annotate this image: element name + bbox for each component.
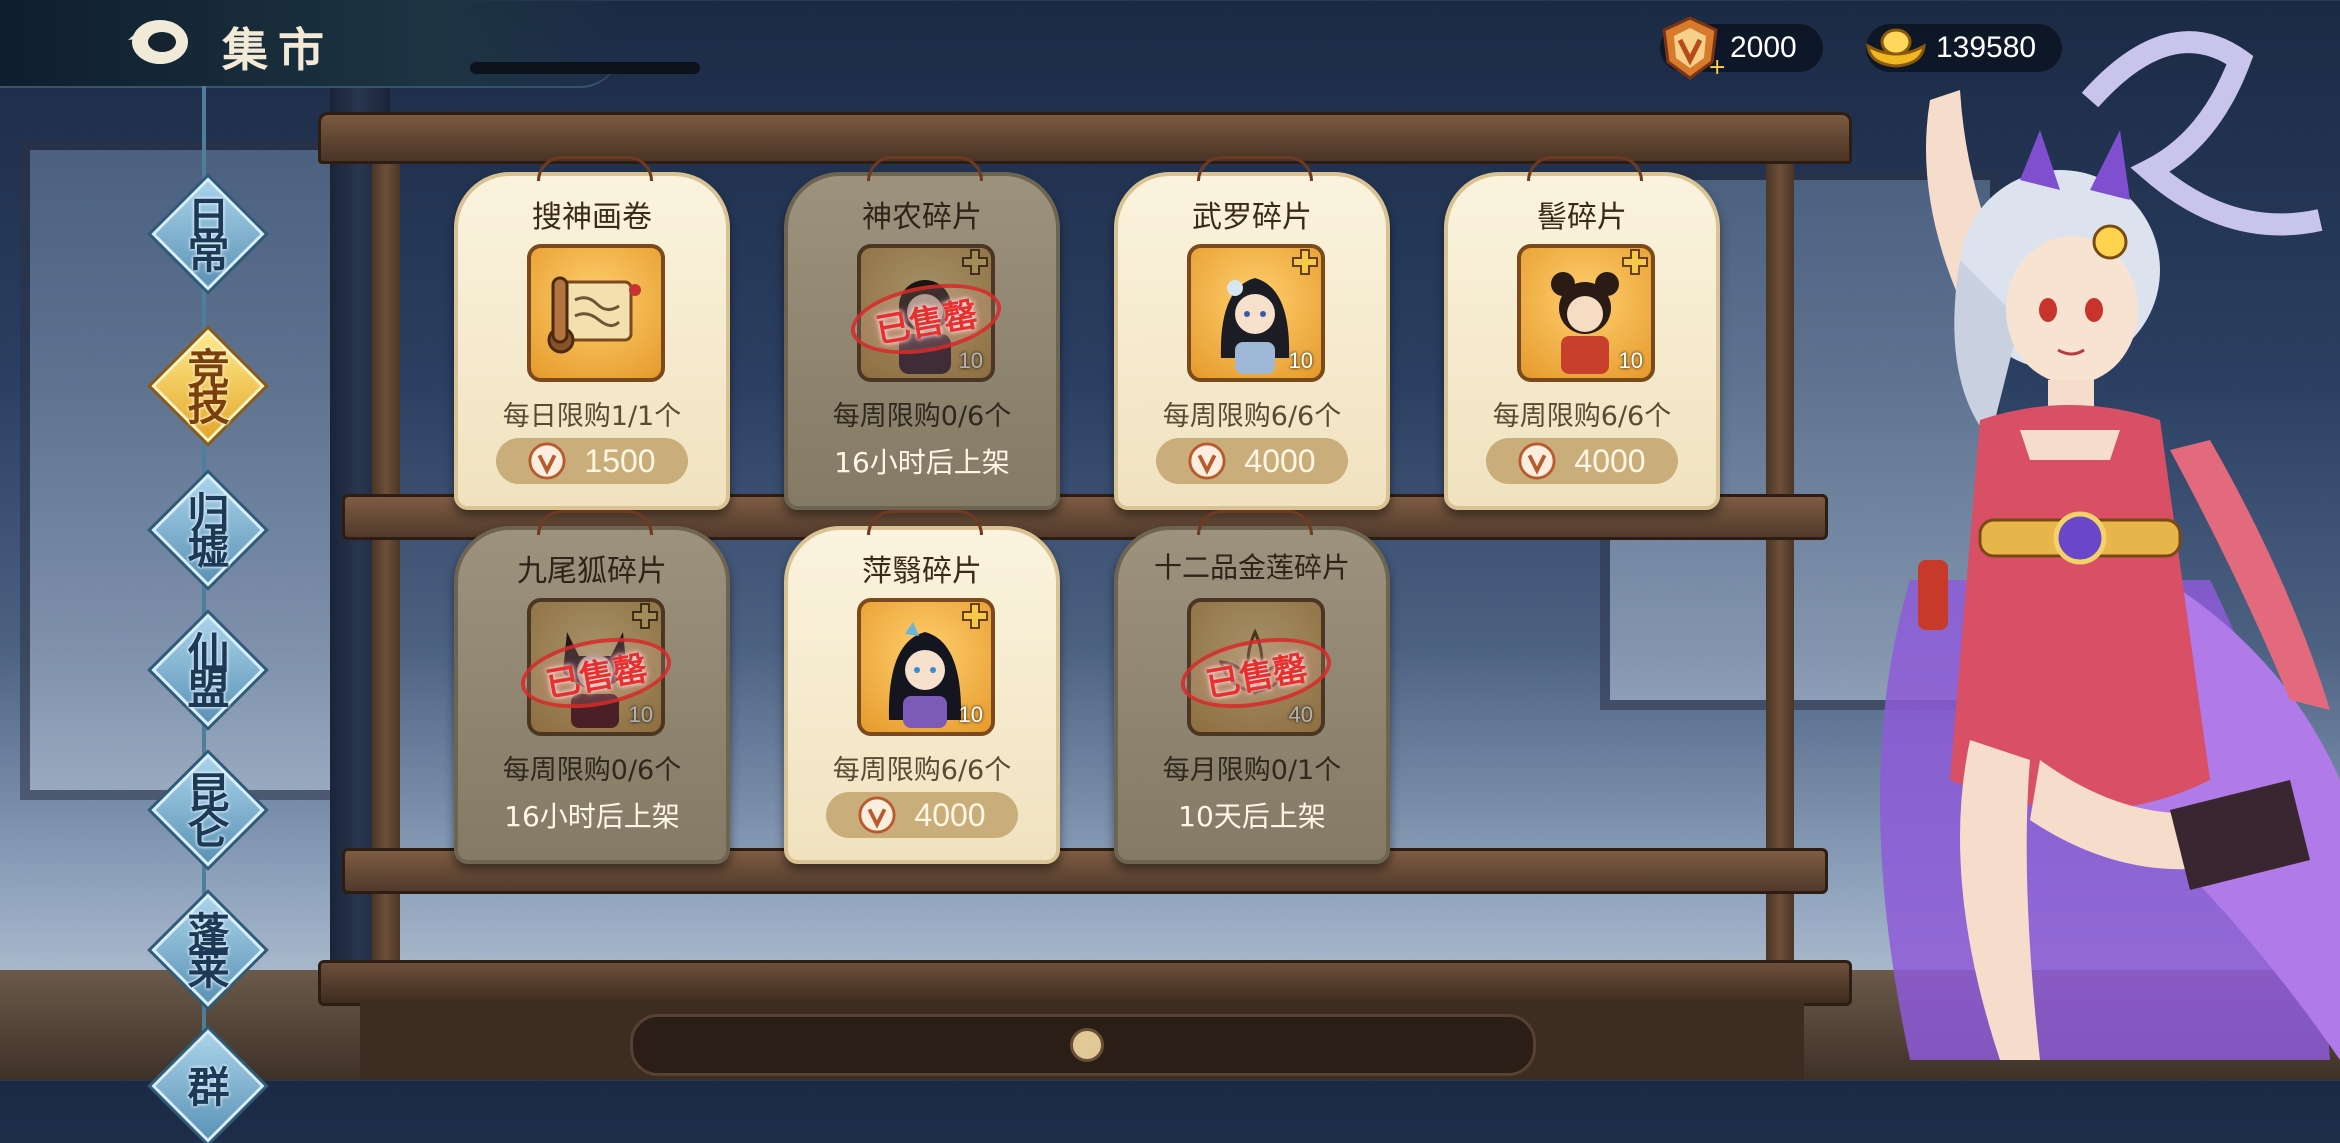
purchase-limit: 每月限购0/1个 [1162,755,1342,786]
sidebar-item-label: 竞技 [181,347,230,419]
header-decoration [470,62,700,74]
price-button[interactable]: 4000 [826,792,1018,838]
item-name: 髻碎片 [1537,200,1627,235]
shard-plus-icon [632,603,658,629]
shop-item-card[interactable]: 九尾狐碎片 10 已售罄 每周限购0/6个 16小时后上架 [454,510,730,864]
back-button[interactable] [118,12,198,72]
item-count: 10 [628,702,653,727]
arena-token-icon [858,796,896,834]
purchase-limit: 每周限购6/6个 [1492,401,1672,432]
purchase-limit: 每周限购6/6个 [1162,401,1342,432]
item-name: 搜神画卷 [532,200,652,235]
item-count: 10 [1618,348,1643,373]
card-hanger [867,156,983,181]
item-name: 萍翳碎片 [862,554,982,589]
card-hanger [537,156,653,181]
arena-token-icon [1518,442,1556,480]
sidebar-item-label: 蓬莱 [181,911,230,983]
price-button[interactable]: 4000 [1486,438,1678,484]
shop-item-card[interactable]: 搜神画卷 每日限购1/1个 1500 [454,156,730,510]
item-name: 九尾狐碎片 [517,554,667,589]
sidebar-item-label: 日常 [181,195,230,267]
sidebar-item-label: 仙盟 [181,631,230,703]
price-value: 1500 [584,442,656,479]
item-count: 10 [958,348,983,373]
item-icon: 10 [857,598,995,736]
shopkeeper-character [1880,31,2340,1060]
arena-token-icon [528,442,566,480]
price-value: 4000 [1244,442,1316,479]
price-button[interactable]: 1500 [496,438,688,484]
price-button[interactable]: 4000 [1156,438,1348,484]
sidebar-item-label: 昆仑 [181,771,230,843]
purchase-limit: 每周限购0/6个 [502,755,682,786]
page-title: 集市 [222,23,334,77]
restock-time: 10天后上架 [1178,800,1326,833]
shard-plus-icon [1292,249,1318,275]
arena-token-icon: + [1662,16,1726,80]
sidebar-item-group[interactable]: 群 [150,1028,265,1143]
sidebar-item-guild[interactable]: 仙盟 [150,612,265,727]
shop-item-card[interactable]: 十二品金莲碎片 40 已售罄 每月限购0/1个 10天后上架 [1114,510,1390,864]
purchase-limit: 每周限购0/6个 [832,401,1012,432]
svg-text:+: + [1708,55,1726,80]
item-name: 武罗碎片 [1192,200,1312,235]
price-value: 4000 [1574,442,1646,479]
sidebar-item-label: 归墟 [181,491,230,563]
restock-time: 16小时后上架 [834,446,1010,479]
item-name: 神农碎片 [862,200,982,235]
card-hanger [1527,156,1643,181]
item-count: 10 [958,702,983,727]
item-name: 十二品金莲碎片 [1153,551,1350,584]
item-icon [527,244,665,382]
price-value: 4000 [914,796,986,833]
shelf-post [372,150,400,970]
sidebar-item-arena[interactable]: 竞技 [150,328,265,443]
item-icon: 10 [1187,244,1325,382]
header-bar: 集市 [0,0,620,88]
shelf-knob [1070,1028,1104,1062]
card-hanger [867,510,983,535]
shop-item-card[interactable]: 髻碎片 10 每周限购6/6个 4000 [1444,156,1720,510]
currency-arena-token-value: 2000 [1730,31,1797,64]
sidebar-item-daily[interactable]: 日常 [150,176,265,291]
sidebar-item-label: 群 [181,1065,230,1101]
shard-plus-icon [962,603,988,629]
shard-plus-icon [1622,249,1648,275]
shop-item-card[interactable]: 武罗碎片 10 每周限购6/6个 4000 [1114,156,1390,510]
shard-plus-icon [962,249,988,275]
shop-item-card[interactable]: 萍翳碎片 10 每周限购6/6个 4000 [784,510,1060,864]
back-arrow-icon [128,20,188,64]
card-hanger [537,510,653,535]
sidebar-item-penglai[interactable]: 蓬莱 [150,892,265,1007]
item-count: 40 [1288,702,1313,727]
card-hanger [1197,510,1313,535]
scroll-icon [547,276,641,354]
purchase-limit: 每日限购1/1个 [502,401,682,432]
arena-token-icon [1188,442,1226,480]
item-icon: 10 [1517,244,1655,382]
sidebar-item-kunlun[interactable]: 昆仑 [150,752,265,867]
card-hanger [1197,156,1313,181]
item-count: 10 [1288,348,1313,373]
restock-time: 16小时后上架 [504,800,680,833]
shop-item-card[interactable]: 神农碎片 10 已售罄 每周限购0/6个 16小时后上架 [784,156,1060,510]
sidebar-item-guixu[interactable]: 归墟 [150,472,265,587]
purchase-limit: 每周限购6/6个 [832,755,1012,786]
